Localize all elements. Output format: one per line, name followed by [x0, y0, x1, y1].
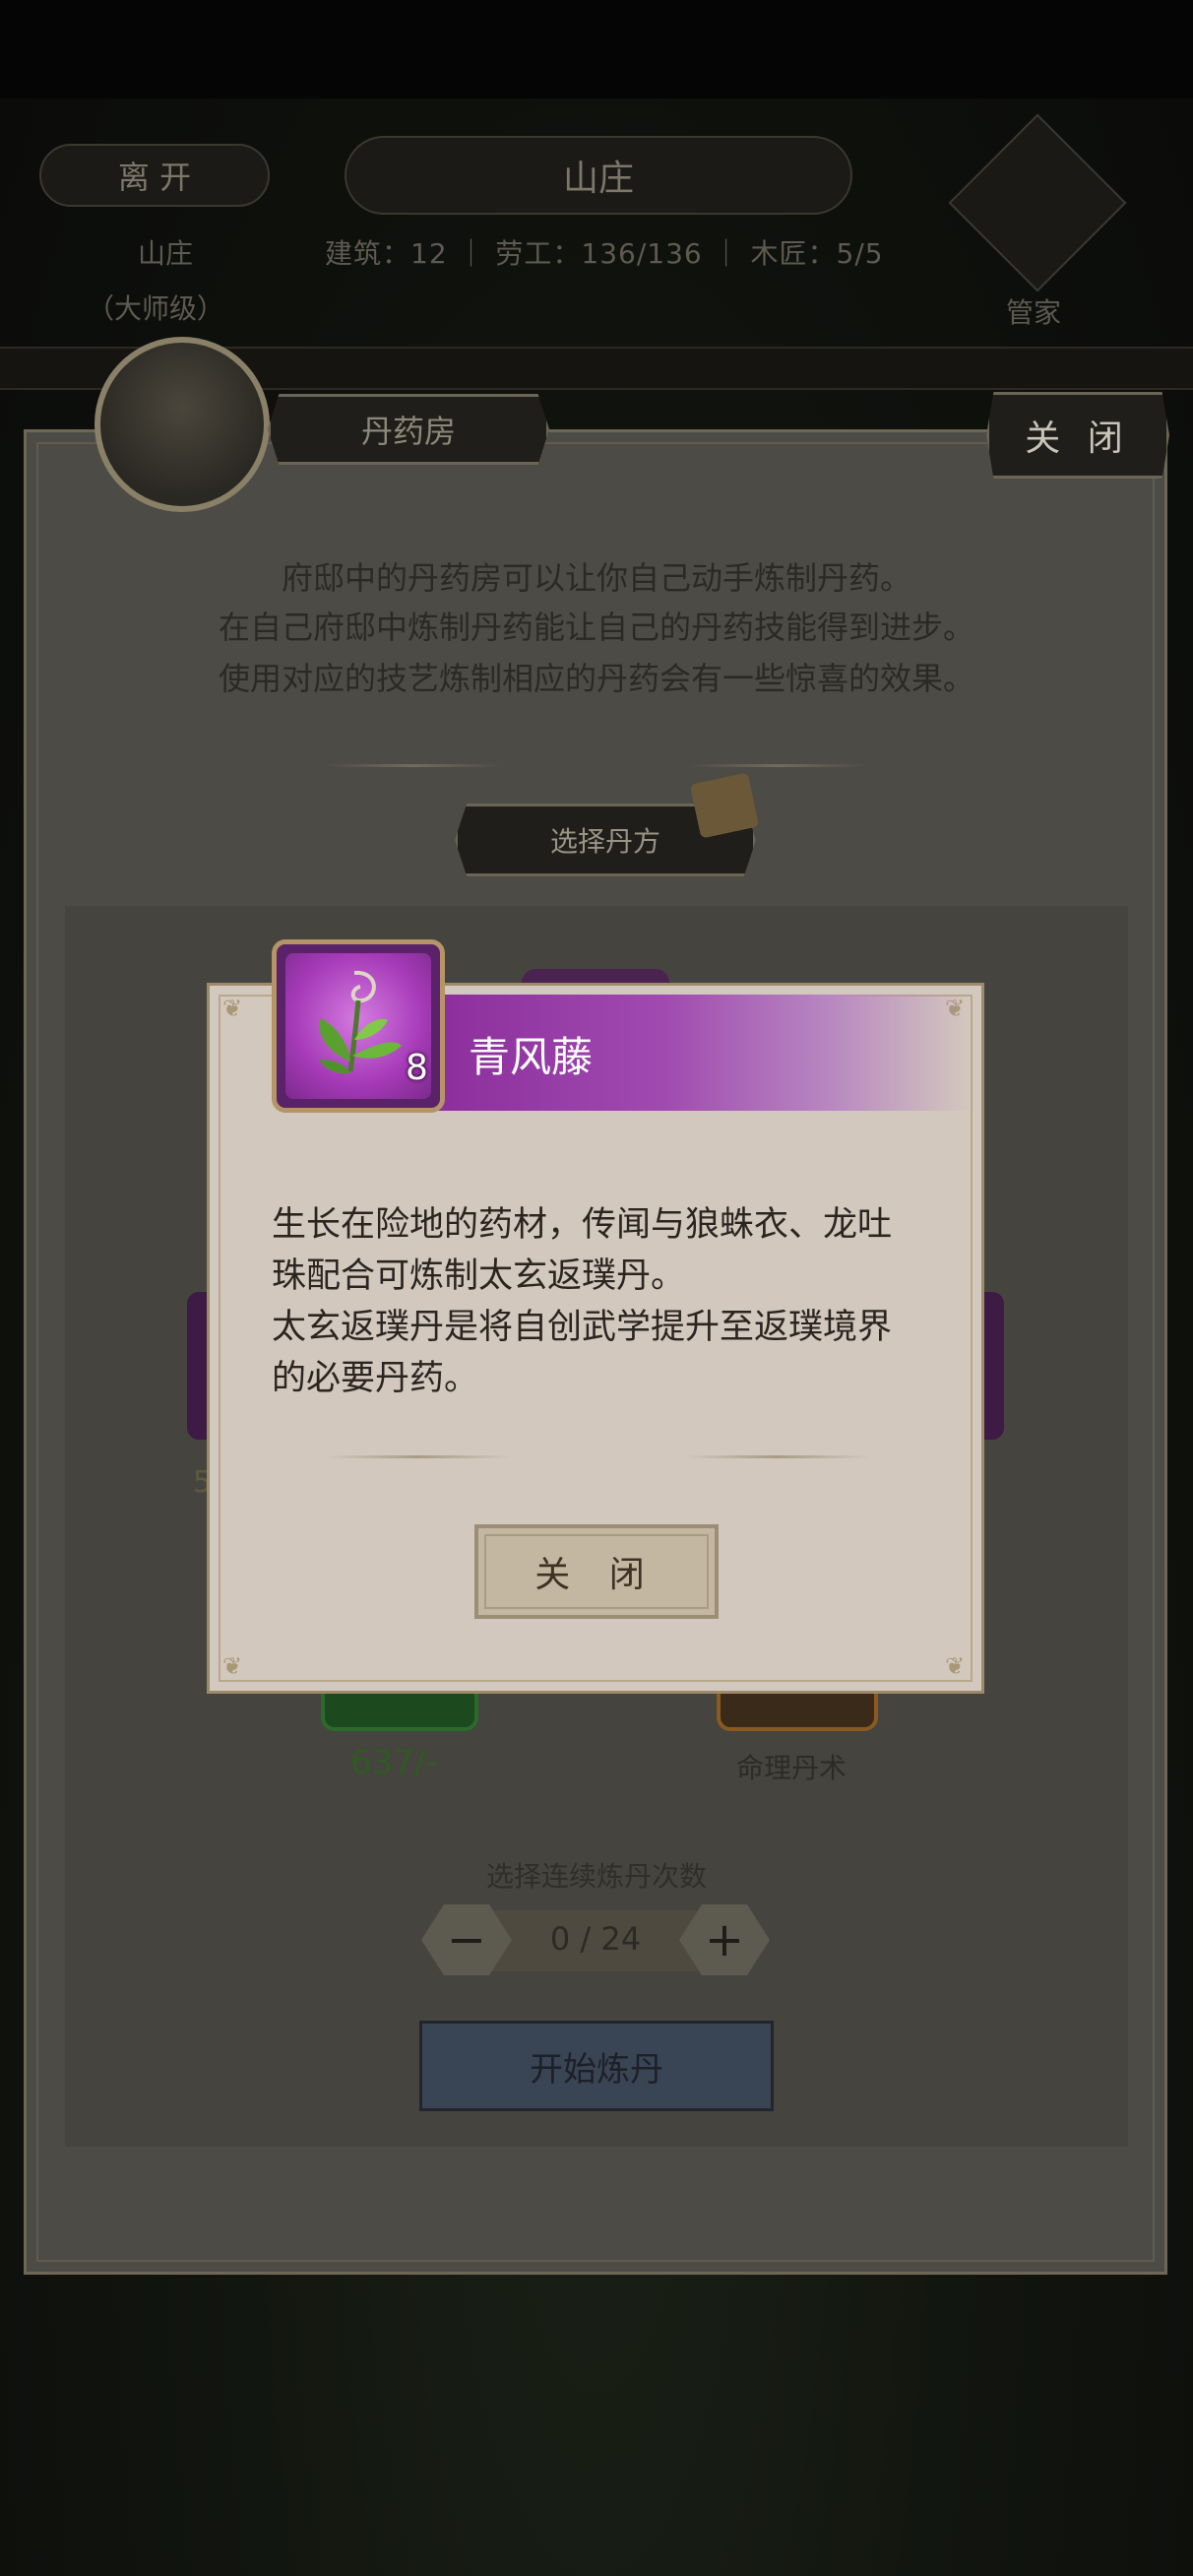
panel-title: 丹药房 — [268, 394, 549, 465]
start-alchemy-label: 开始炼丹 — [530, 2049, 663, 2090]
corner-ornament: ❦ — [945, 1652, 966, 1680]
corner-ornament: ❦ — [222, 995, 243, 1022]
corner-ornament: ❦ — [222, 1652, 243, 1680]
times-label: 选择连续炼丹次数 — [485, 1860, 707, 1893]
panel-desc-line-2: 在自己府邸中炼制丹药能让自己的丹药技能得到进步。 — [218, 609, 974, 646]
divider — [689, 764, 866, 767]
divider — [325, 764, 502, 767]
item-desc-line-4: 的必要丹药。 — [272, 1359, 479, 1398]
panel-title-text: 丹药房 — [360, 413, 456, 450]
leave-button-label: 离 开 — [117, 159, 192, 196]
item-name: 青风藤 — [469, 1033, 594, 1081]
item-desc-line-2: 珠配合可炼制太玄返璞丹。 — [272, 1256, 686, 1296]
start-alchemy-button[interactable]: 开始炼丹 — [419, 2021, 774, 2111]
minus-icon: − — [446, 1912, 487, 1967]
panel-close-button[interactable]: 关 闭 — [986, 392, 1169, 479]
herb-count: 637/- — [350, 1743, 438, 1782]
panel-desc-line-3: 使用对应的技艺炼制相应的丹药会有一些惊喜的效果。 — [218, 660, 974, 697]
select-recipe-label: 选择丹方 — [549, 825, 660, 858]
manor-rank: （大师级） — [87, 292, 225, 325]
item-desc-line-3: 太玄返璞丹是将自创武学提升至返璞境界 — [272, 1308, 893, 1347]
location-title: 山庄 — [345, 136, 852, 215]
manor-stats: 建筑：12 ｜ 劳工：136/136 ｜ 木匠：5/5 — [325, 237, 884, 270]
status-bar-area — [0, 0, 1193, 98]
panel-close-label: 关 闭 — [1025, 419, 1131, 459]
modal-close-label: 关 闭 — [534, 1555, 659, 1595]
steward-label: 管家 — [1006, 296, 1062, 329]
building-icon — [94, 337, 270, 512]
modal-close-button[interactable]: 关 闭 — [474, 1524, 719, 1619]
plus-icon: + — [704, 1912, 745, 1967]
panel-desc-line-1: 府邸中的丹药房可以让你自己动手炼制丹药。 — [281, 559, 911, 597]
item-count: 8 — [406, 1048, 428, 1088]
modal-divider-right — [683, 1455, 870, 1458]
item-desc-line-1: 生长在险地的药材，传闻与狼蛛衣、龙吐 — [272, 1205, 893, 1245]
skill-label: 命理丹术 — [736, 1752, 848, 1784]
leave-button[interactable]: 离 开 — [39, 144, 270, 207]
location-title-text: 山庄 — [562, 159, 634, 199]
manor-label: 山庄 — [138, 237, 194, 270]
modal-divider-left — [325, 1455, 512, 1458]
counter-value: 0 / 24 — [549, 1920, 642, 1958]
